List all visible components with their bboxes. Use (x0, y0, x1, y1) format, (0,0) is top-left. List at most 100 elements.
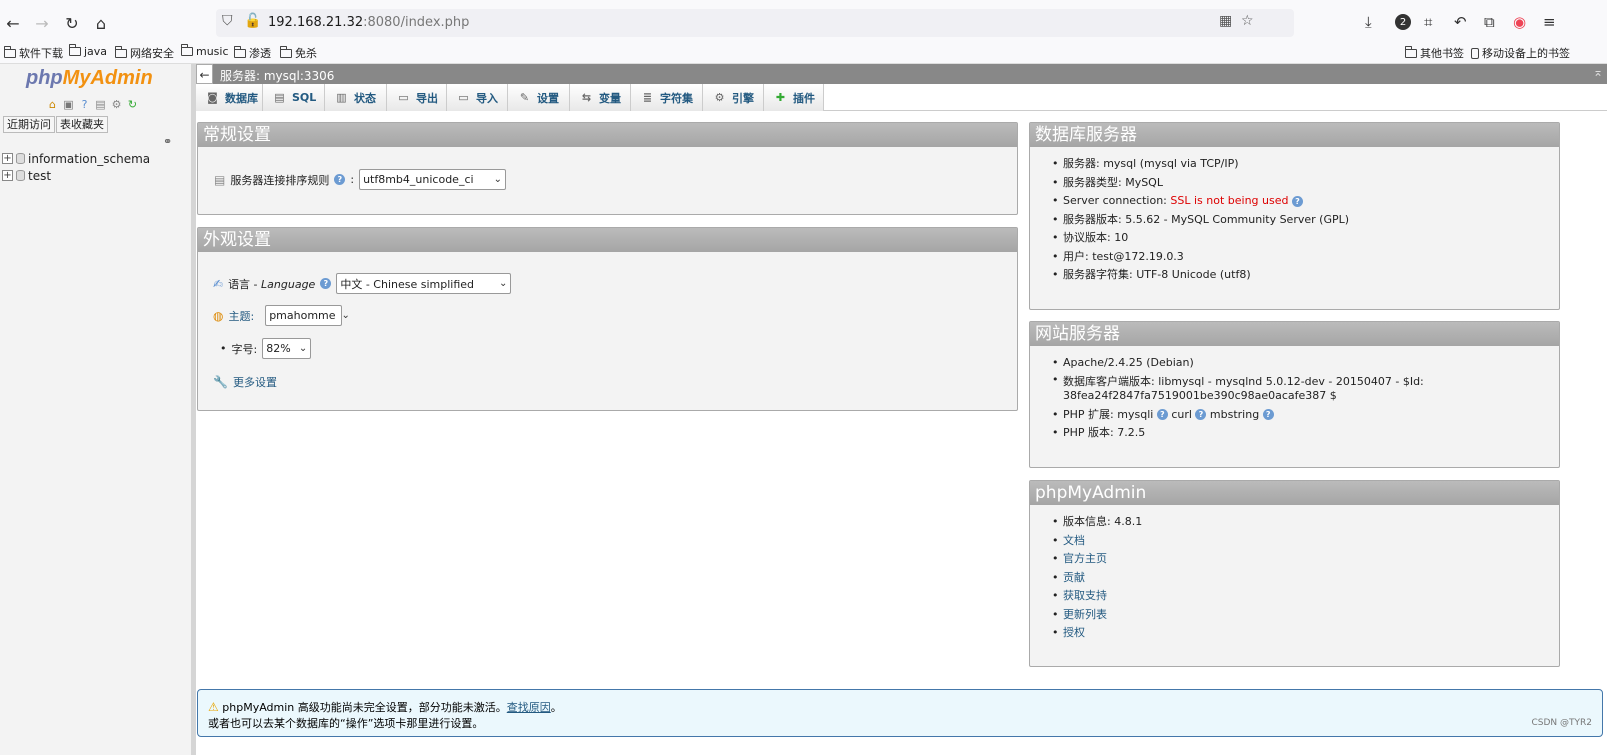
fontsize-label: 字号: (231, 342, 258, 356)
bookmark-star-icon[interactable]: ☆ (1241, 13, 1254, 29)
tab-engines[interactable]: ⚙ 引擎 (703, 84, 764, 111)
expand-icon[interactable]: + (2, 170, 13, 181)
collapse-navigation-icon[interactable]: ← (196, 64, 213, 84)
docs-icon[interactable]: ▤ (94, 98, 107, 111)
list-item: 版本信息: 4.8.1 (1052, 513, 1559, 532)
other-bookmarks[interactable]: 其他书签 (1405, 45, 1464, 61)
notification-badge[interactable]: 2 (1395, 14, 1411, 30)
bookmark-folder[interactable]: 免杀 (280, 45, 317, 61)
favorite-tables-button[interactable]: 表收藏夹 (56, 116, 108, 133)
chevron-down-icon: ⌄ (498, 278, 508, 289)
reload-icon[interactable]: ↻ (126, 98, 139, 111)
find-reason-link[interactable]: 查找原因 (507, 701, 551, 714)
sql-icon: ▤ (274, 91, 285, 104)
theme-palette-icon: ◍ (213, 308, 224, 323)
contribute-link[interactable]: 贡献 (1063, 571, 1085, 584)
url-text[interactable]: 192.168.21.32:8080/index.php (268, 15, 469, 30)
database-server-panel: 数据库服务器 服务器: mysql (mysql via TCP/IP) 服务器… (1029, 122, 1560, 310)
support-link[interactable]: 获取支持 (1063, 589, 1107, 602)
tab-import[interactable]: ▭ 导入 (447, 84, 508, 111)
list-item: 协议版本: 10 (1052, 229, 1559, 248)
bullet: • (220, 342, 227, 355)
logout-icon[interactable]: ▣ (62, 98, 75, 111)
tab-databases[interactable]: ◙ 数据库 (196, 84, 263, 111)
undo-icon[interactable]: ↶ (1454, 13, 1467, 31)
menu-icon[interactable]: ≡ (1543, 13, 1556, 31)
db-tree-item[interactable]: + test (2, 167, 51, 184)
tab-sql[interactable]: ▤ SQL (263, 84, 325, 111)
theme-link[interactable]: 主题: (228, 308, 254, 324)
address-bar[interactable]: ⛉ 🔓 192.168.21.32:8080/index.php ▦ ☆ (216, 9, 1294, 37)
server-breadcrumb[interactable]: 服务器: mysql:3306 (220, 67, 334, 84)
list-item: 文档 (1052, 532, 1559, 551)
collation-row: ▤ 服务器连接排序规则 ?: utf8mb4_unicode_ci ⌄ (214, 169, 507, 190)
reload-icon[interactable]: ↻ (61, 12, 83, 34)
help-icon[interactable]: ? (1262, 409, 1274, 420)
import-icon: ▭ (458, 91, 469, 104)
plugin-icon: ✚ (775, 91, 786, 104)
help-icon[interactable]: ? (78, 98, 91, 111)
db-name[interactable]: information_schema (28, 152, 150, 166)
bookmarks-bar: 软件下载 java 网络安全 music 渗透 免杀 其他书签 移动设备上的书签 (0, 42, 1607, 64)
collation-select[interactable]: utf8mb4_unicode_ci ⌄ (359, 169, 507, 190)
tab-status[interactable]: ▥ 状态 (325, 84, 387, 111)
qr-code-icon[interactable]: ▦ (1219, 13, 1232, 29)
help-icon[interactable]: ? (334, 174, 346, 185)
help-icon[interactable]: ? (1195, 409, 1207, 420)
web-server-info-list: Apache/2.4.25 (Debian) 数据库客户端版本: libmysq… (1030, 346, 1559, 443)
list-item: 服务器版本: 5.5.62 - MySQL Community Server (… (1052, 211, 1559, 230)
list-item: PHP 版本: 7.2.5 (1052, 424, 1559, 443)
tab-export[interactable]: ▭ 导出 (387, 84, 447, 111)
profile-icon[interactable]: ◉ (1513, 13, 1526, 31)
help-icon[interactable]: ? (320, 278, 332, 289)
navigation-icons: ⌂ ▣ ? ▤ ⚙ ↻ (46, 98, 139, 111)
bookmark-folder[interactable]: 软件下载 (4, 45, 63, 61)
settings-gear-icon[interactable]: ⚙ (110, 98, 123, 111)
database-icon (16, 170, 25, 181)
home-icon[interactable]: ⌂ (90, 12, 112, 34)
link-icon[interactable]: ⚭ (163, 135, 172, 148)
bookmark-folder[interactable]: java (69, 44, 107, 58)
license-link[interactable]: 授权 (1063, 626, 1085, 639)
bookmark-folder[interactable]: 渗透 (234, 45, 271, 61)
variables-icon: ⇆ (581, 91, 592, 104)
mobile-bookmarks[interactable]: 移动设备上的书签 (1471, 45, 1570, 61)
language-select[interactable]: 中文 - Chinese simplified ⌄ (336, 273, 512, 294)
tab-plugins[interactable]: ✚ 插件 (764, 84, 824, 111)
back-icon[interactable]: ← (2, 12, 24, 34)
help-icon[interactable]: ? (1156, 409, 1168, 420)
shield-icon[interactable]: ⛉ (222, 13, 233, 29)
changelog-link[interactable]: 更新列表 (1063, 608, 1107, 621)
server-breadcrumb-bar: ← 服务器: mysql:3306 ⌅ (196, 64, 1607, 84)
phpmyadmin-logo[interactable]: phpMyAdmin (26, 67, 153, 90)
tab-settings[interactable]: ✎ 设置 (508, 84, 570, 111)
download-icon[interactable]: ⤓ (1365, 13, 1372, 31)
homepage-link[interactable]: 官方主页 (1063, 552, 1107, 565)
bookmark-folder[interactable]: music (181, 44, 229, 58)
home-icon[interactable]: ⌂ (46, 98, 59, 111)
recent-tables-button[interactable]: 近期访问 (3, 116, 55, 133)
extensions-icon[interactable]: ⧉ (1484, 13, 1495, 31)
db-name[interactable]: test (28, 169, 51, 183)
navigation-resizer[interactable] (191, 64, 196, 755)
theme-select[interactable]: pmahomme ⌄ (265, 305, 350, 326)
expand-icon[interactable]: + (2, 153, 13, 164)
forward-icon[interactable]: → (31, 12, 53, 34)
panel-title: 网站服务器 (1030, 322, 1559, 346)
chevron-down-icon: ⌄ (493, 174, 503, 185)
general-settings-panel: 常规设置 ▤ 服务器连接排序规则 ?: utf8mb4_unicode_ci ⌄ (197, 122, 1018, 215)
crop-icon[interactable]: ⌗ (1424, 13, 1432, 31)
tab-variables[interactable]: ⇆ 变量 (570, 84, 631, 111)
insecure-lock-icon[interactable]: 🔓 (244, 13, 261, 29)
bookmark-folder[interactable]: 网络安全 (115, 45, 174, 61)
docs-link[interactable]: 文档 (1063, 534, 1085, 547)
tab-charset[interactable]: ≣ 字符集 (631, 84, 703, 111)
folder-icon (280, 45, 292, 58)
fontsize-select[interactable]: 82% ⌄ (262, 338, 312, 359)
db-tree-item[interactable]: + information_schema (2, 150, 150, 167)
scroll-top-icon[interactable]: ⌅ (1593, 65, 1603, 79)
notice-line-2: 或者也可以去某个数据库的“操作”选项卡那里进行设置。 (208, 717, 484, 730)
language-icon: ✍ (213, 276, 224, 291)
help-icon[interactable]: ? (1292, 195, 1303, 207)
more-settings-link[interactable]: 更多设置 (233, 374, 277, 390)
